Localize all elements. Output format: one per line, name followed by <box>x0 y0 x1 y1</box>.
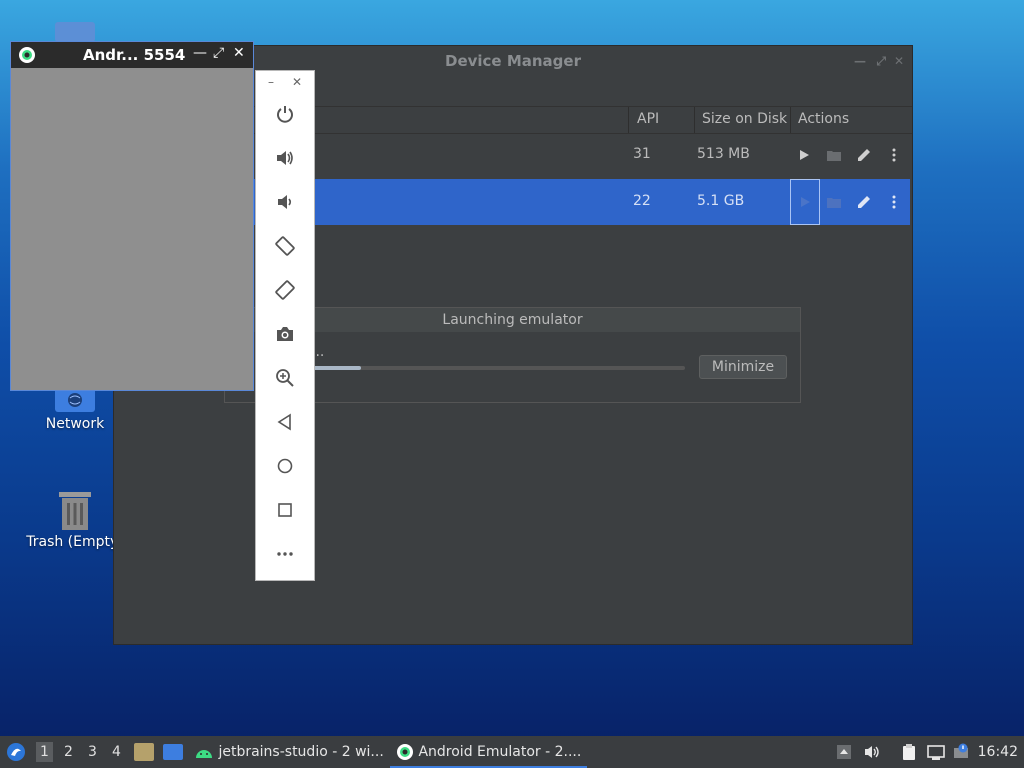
more-horizontal-icon[interactable] <box>273 542 297 566</box>
emulator-icon <box>397 744 413 760</box>
emulator-window: Andr... 5554 — ⤢ ✕ <box>10 41 254 391</box>
size-value: 5.1 GB <box>697 193 745 209</box>
close-icon[interactable]: ✕ <box>894 46 904 76</box>
folder-icon <box>55 22 95 42</box>
play-icon[interactable] <box>790 179 820 225</box>
window-title: Device Manager <box>445 52 581 70</box>
rotate-right-icon[interactable] <box>273 278 297 302</box>
emulator-screen[interactable] <box>11 68 253 390</box>
start-menu-icon[interactable] <box>6 742 26 762</box>
workspace-4[interactable]: 4 <box>112 744 121 760</box>
column-size[interactable]: Size on Disk <box>702 111 787 127</box>
minimize-button[interactable]: Minimize <box>699 355 787 379</box>
emulator-logo-icon <box>19 47 35 63</box>
api-value: 31 <box>633 146 651 162</box>
notification-icon[interactable] <box>953 743 971 761</box>
close-icon[interactable]: ✕ <box>233 45 245 61</box>
task-label: jetbrains-studio - 2 wi... <box>218 744 384 760</box>
rotate-left-icon[interactable] <box>273 234 297 258</box>
play-icon[interactable] <box>794 145 814 165</box>
maximize-icon[interactable]: ⤢ <box>876 46 886 76</box>
folder-icon[interactable] <box>824 192 844 212</box>
clock[interactable]: 16:42 <box>978 744 1018 760</box>
back-icon[interactable] <box>273 410 297 434</box>
taskbar: 1 2 3 4 jetbrains-studio - 2 wi... Andro… <box>0 736 1024 768</box>
overview-icon[interactable] <box>273 498 297 522</box>
workspace-1[interactable]: 1 <box>36 742 53 762</box>
power-icon[interactable] <box>273 102 297 126</box>
column-api[interactable]: API <box>637 111 659 127</box>
progress-bar <box>313 366 685 370</box>
volume-icon[interactable] <box>863 743 881 761</box>
camera-icon[interactable] <box>273 322 297 346</box>
edit-icon[interactable] <box>854 192 874 212</box>
toolbar-minimize-icon[interactable]: – <box>268 75 274 89</box>
column-actions: Actions <box>798 111 850 127</box>
task-jetbrains-studio[interactable]: jetbrains-studio - 2 wi... <box>194 736 384 768</box>
desktop-launcher-icon[interactable] <box>163 744 183 760</box>
emulator-toolbar: – ✕ <box>255 70 315 581</box>
workspace-2[interactable]: 2 <box>64 744 73 760</box>
network-status-icon[interactable] <box>927 743 945 761</box>
android-icon <box>196 750 212 758</box>
minimize-icon[interactable]: — <box>854 46 866 76</box>
more-vertical-icon[interactable] <box>884 145 904 165</box>
file-manager-launcher-icon[interactable] <box>134 743 154 761</box>
emulator-titlebar: Andr... 5554 — ⤢ ✕ <box>11 42 253 68</box>
emulator-title: Andr... 5554 <box>83 46 186 64</box>
more-vertical-icon[interactable] <box>884 192 904 212</box>
api-value: 22 <box>633 193 651 209</box>
volume-down-icon[interactable] <box>273 190 297 214</box>
toolbar-controls: – ✕ <box>256 71 314 95</box>
restore-icon[interactable]: ⤢ <box>213 45 224 61</box>
progress-fill <box>313 366 362 370</box>
task-label: Android Emulator - 2.... <box>418 744 582 760</box>
home-icon[interactable] <box>273 454 297 478</box>
trash-icon <box>55 490 95 530</box>
task-android-emulator[interactable]: Android Emulator - 2.... <box>390 736 588 768</box>
clipboard-icon[interactable] <box>900 743 918 761</box>
toolbar-close-icon[interactable]: ✕ <box>292 75 302 89</box>
edit-icon[interactable] <box>854 145 874 165</box>
size-value: 513 MB <box>697 146 750 162</box>
folder-icon[interactable] <box>824 145 844 165</box>
workspace-3[interactable]: 3 <box>88 744 97 760</box>
network-icon <box>55 388 95 412</box>
minimize-icon[interactable]: — <box>193 45 207 61</box>
zoom-icon[interactable] <box>273 366 297 390</box>
tray-arrow-icon[interactable] <box>835 743 853 761</box>
volume-up-icon[interactable] <box>273 146 297 170</box>
